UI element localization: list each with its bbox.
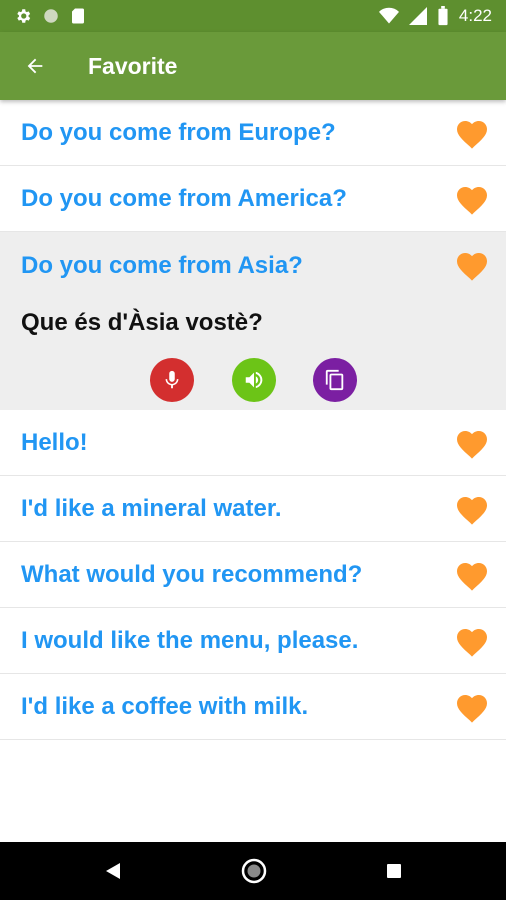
back-button[interactable] — [0, 32, 70, 100]
list-item[interactable]: What would you recommend? — [0, 542, 506, 608]
battery-icon — [438, 6, 448, 26]
copy-icon — [325, 369, 344, 391]
list-item[interactable]: Do you come from Europe? — [0, 100, 506, 166]
settings-icon — [17, 9, 31, 23]
phrase-text: Do you come from America? — [21, 184, 347, 212]
heart-icon[interactable] — [454, 116, 490, 150]
page-title: Favorite — [88, 52, 178, 79]
microphone-icon — [165, 370, 179, 389]
heart-icon[interactable] — [454, 558, 490, 592]
heart-icon[interactable] — [454, 182, 490, 216]
heart-icon[interactable] — [454, 690, 490, 724]
list-item[interactable]: I would like the menu, please. — [0, 608, 506, 674]
status-bar: 4:22 — [0, 0, 506, 32]
nav-home-button[interactable] — [239, 856, 269, 886]
heart-icon[interactable] — [454, 624, 490, 658]
system-nav-bar — [0, 842, 506, 900]
phrase-text: Do you come from Europe? — [21, 118, 336, 146]
circle-icon — [44, 9, 58, 23]
list-item[interactable]: Do you come from America? — [0, 166, 506, 232]
status-time: 4:22 — [458, 6, 492, 25]
app-bar: Favorite — [0, 32, 506, 100]
play-audio-button[interactable] — [232, 358, 276, 402]
phrase-text: I'd like a mineral water. — [21, 494, 282, 522]
phrase-actions — [0, 358, 506, 402]
translation-text: Que és d'Àsia vostè? — [21, 309, 263, 336]
list-item[interactable]: Hello! — [0, 410, 506, 476]
recents-square-icon — [387, 864, 401, 878]
phrase-text: I'd like a coffee with milk. — [21, 692, 309, 720]
wifi-icon — [378, 7, 399, 24]
arrow-left-icon — [27, 58, 43, 74]
phrase-text: I would like the menu, please. — [21, 626, 359, 654]
list-item[interactable]: I'd like a mineral water. — [0, 476, 506, 542]
phrase-text: Hello! — [21, 428, 88, 456]
heart-icon[interactable] — [454, 426, 490, 460]
list-item[interactable]: I'd like a coffee with milk. — [0, 674, 506, 740]
heart-icon[interactable] — [454, 248, 490, 282]
phrase-text: What would you recommend? — [21, 560, 363, 588]
copy-button[interactable] — [313, 358, 357, 402]
nav-back-button[interactable] — [98, 856, 128, 886]
back-triangle-icon — [106, 863, 120, 879]
speaker-icon — [245, 371, 263, 389]
sd-card-icon — [72, 8, 84, 24]
home-circle-icon — [241, 858, 267, 884]
record-button[interactable] — [150, 358, 194, 402]
phrase-text: Do you come from Asia? — [21, 252, 303, 279]
signal-icon — [408, 7, 427, 25]
list-item-expanded[interactable]: Do you come from Asia? Que és d'Àsia vos… — [0, 232, 506, 410]
nav-recents-button[interactable] — [379, 856, 409, 886]
heart-icon[interactable] — [454, 492, 490, 526]
favorite-list: Do you come from Europe? Do you come fro… — [0, 100, 506, 740]
